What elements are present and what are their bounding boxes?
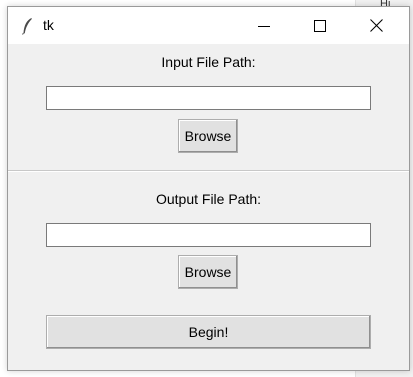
title-bar[interactable]: tk bbox=[8, 7, 409, 44]
output-browse-button[interactable]: Browse bbox=[178, 255, 238, 289]
tk-window: tk Input File Path: Browse Output File P… bbox=[7, 6, 410, 371]
begin-button[interactable]: Begin! bbox=[46, 315, 371, 349]
section-separator bbox=[8, 170, 409, 172]
maximize-button[interactable] bbox=[297, 7, 343, 44]
input-file-path-label: Input File Path: bbox=[161, 54, 256, 70]
close-button[interactable] bbox=[353, 7, 399, 44]
output-file-path-field[interactable] bbox=[46, 223, 371, 247]
feather-icon bbox=[22, 18, 32, 35]
input-browse-button[interactable]: Browse bbox=[178, 119, 238, 153]
input-file-path-field[interactable] bbox=[46, 86, 371, 110]
maximize-icon bbox=[314, 19, 326, 32]
close-icon bbox=[369, 19, 383, 32]
output-file-path-label: Output File Path: bbox=[155, 191, 262, 207]
window-title: tk bbox=[43, 17, 54, 33]
minimize-button[interactable] bbox=[241, 7, 287, 44]
window-content: Input File Path: Browse Output File Path… bbox=[8, 44, 409, 371]
minimize-icon bbox=[258, 25, 270, 27]
